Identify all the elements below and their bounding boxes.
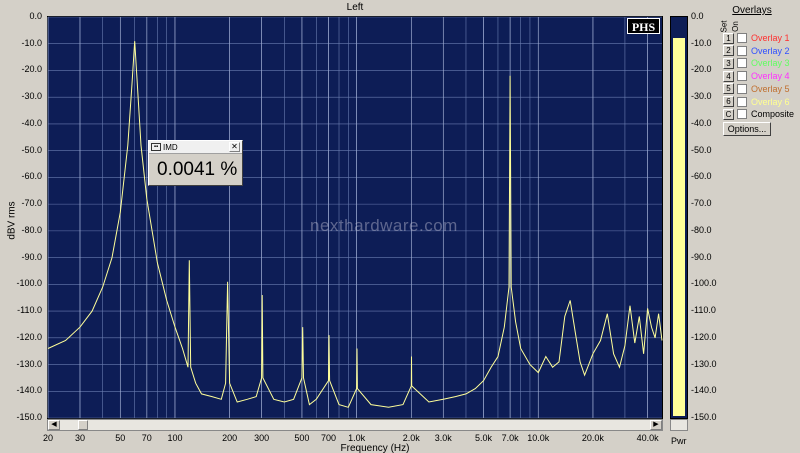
overlay-set-button[interactable]: 5 <box>723 83 734 95</box>
overlay-on-checkbox[interactable] <box>737 83 747 94</box>
overlay-label: Overlay 3 <box>751 58 790 69</box>
x-tick-label: 10.0k <box>527 433 550 443</box>
x-tick-label: 2.0k <box>402 433 420 443</box>
overlay-row: C Composite <box>723 108 794 120</box>
y-tick-label: -90.0 <box>21 251 42 262</box>
horizontal-scrollbar[interactable]: ◀ ▶ <box>47 419 663 431</box>
y-tick-label: -50.0 <box>21 144 42 155</box>
x-tick-label: 200 <box>222 433 238 443</box>
y-axis-label: dBV rms <box>6 201 18 240</box>
x-tick-label: 1.0k <box>348 433 366 443</box>
power-tick-label: -40.0 <box>691 117 712 128</box>
y-tick-label: -110.0 <box>17 305 42 316</box>
y-tick-label: 0.0 <box>29 11 42 21</box>
overlay-on-checkbox[interactable] <box>737 58 747 69</box>
power-level-bar <box>673 38 685 416</box>
power-tick-label: -90.0 <box>691 251 712 262</box>
imd-titlebar[interactable]: ▪▪ IMD ✕ <box>149 141 242 154</box>
overlay-row: 5 Overlay 5 <box>723 83 790 95</box>
power-label: Pwr <box>671 436 687 446</box>
on-header: On <box>730 21 740 32</box>
imd-meter-window[interactable]: ▪▪ IMD ✕ 0.0041 % <box>148 140 243 186</box>
power-meter-base <box>670 419 688 431</box>
y-tick-label: -20.0 <box>21 64 42 75</box>
options-button[interactable]: Options... <box>723 122 771 136</box>
y-tick-label: -120.0 <box>16 331 42 342</box>
overlay-label: Overlay 2 <box>751 45 790 56</box>
power-meter <box>670 16 688 419</box>
overlay-set-button[interactable]: 2 <box>723 45 734 57</box>
imd-title: IMD <box>163 142 178 152</box>
overlay-label: Composite <box>751 109 795 120</box>
y-tick-label: -100.0 <box>16 278 42 289</box>
power-tick-label: -100.0 <box>691 278 717 289</box>
close-icon[interactable]: ✕ <box>229 142 240 152</box>
overlay-set-button[interactable]: 3 <box>723 57 734 69</box>
scroll-thumb[interactable] <box>78 420 88 430</box>
power-tick-label: -80.0 <box>691 224 712 235</box>
meter-icon: ▪▪ <box>151 143 161 151</box>
x-tick-label: 100 <box>167 433 183 443</box>
overlay-on-checkbox[interactable] <box>737 45 747 56</box>
x-axis-label: Frequency (Hz) <box>340 443 410 453</box>
y-tick-label: -60.0 <box>21 171 42 182</box>
scroll-left-button[interactable]: ◀ <box>48 420 60 430</box>
overlay-on-checkbox[interactable] <box>737 96 747 107</box>
phs-logo-badge: PHS <box>627 18 660 34</box>
y-tick-label: -40.0 <box>21 117 42 128</box>
y-tick-label: -30.0 <box>21 91 42 102</box>
x-tick-label: 20 <box>42 433 53 443</box>
overlay-label: Overlay 5 <box>751 83 790 94</box>
overlay-row: 6 Overlay 6 <box>723 96 790 108</box>
power-tick-label: -120.0 <box>691 331 717 342</box>
x-tick-label: 20.0k <box>581 433 604 443</box>
y-tick-label: -150.0 <box>16 412 42 422</box>
y-tick-label: -130.0 <box>16 358 42 369</box>
overlay-on-checkbox[interactable] <box>737 71 747 82</box>
overlay-row: 4 Overlay 4 <box>723 70 790 82</box>
overlay-label: Overlay 1 <box>751 33 790 43</box>
power-tick-label: -30.0 <box>691 91 712 102</box>
power-tick-label: -150.0 <box>691 412 717 422</box>
x-tick-label: 300 <box>254 433 270 443</box>
y-tick-label: -10.0 <box>21 37 42 48</box>
overlay-label: Overlay 6 <box>751 96 790 107</box>
x-tick-label: 3.0k <box>434 433 452 443</box>
overlay-set-button[interactable]: 6 <box>723 96 734 107</box>
x-tick-label: 40.0k <box>636 433 659 443</box>
power-tick-label: -60.0 <box>691 171 712 182</box>
scroll-right-button[interactable]: ▶ <box>650 420 662 430</box>
overlay-label: Overlay 4 <box>751 71 790 82</box>
overlay-set-button[interactable]: C <box>723 108 734 120</box>
power-tick-label: -140.0 <box>691 385 717 396</box>
power-tick-label: -50.0 <box>691 144 712 155</box>
power-tick-label: -70.0 <box>691 198 712 209</box>
power-tick-label: -20.0 <box>691 64 712 75</box>
overlay-on-checkbox[interactable] <box>737 109 747 120</box>
overlay-set-button[interactable]: 4 <box>723 70 734 82</box>
power-tick-label: -10.0 <box>691 37 712 48</box>
power-tick-label: 0.0 <box>691 11 704 21</box>
overlay-row: 3 Overlay 3 <box>723 57 790 69</box>
overlay-row: 2 Overlay 2 <box>723 45 790 57</box>
x-tick-label: 30 <box>74 433 85 443</box>
y-tick-label: -140.0 <box>16 385 42 396</box>
power-tick-label: -110.0 <box>691 305 716 316</box>
imd-value: 0.0041 % <box>157 159 238 180</box>
overlay-on-checkbox[interactable] <box>737 33 747 43</box>
power-tick-label: -130.0 <box>691 358 717 369</box>
watermark: nexthardware.com <box>310 216 458 235</box>
overlays-title: Overlays <box>732 5 772 16</box>
overlay-row: 1 Overlay 1 <box>723 32 790 44</box>
set-header: Set <box>719 20 729 33</box>
overlay-set-button[interactable]: 1 <box>723 32 734 44</box>
